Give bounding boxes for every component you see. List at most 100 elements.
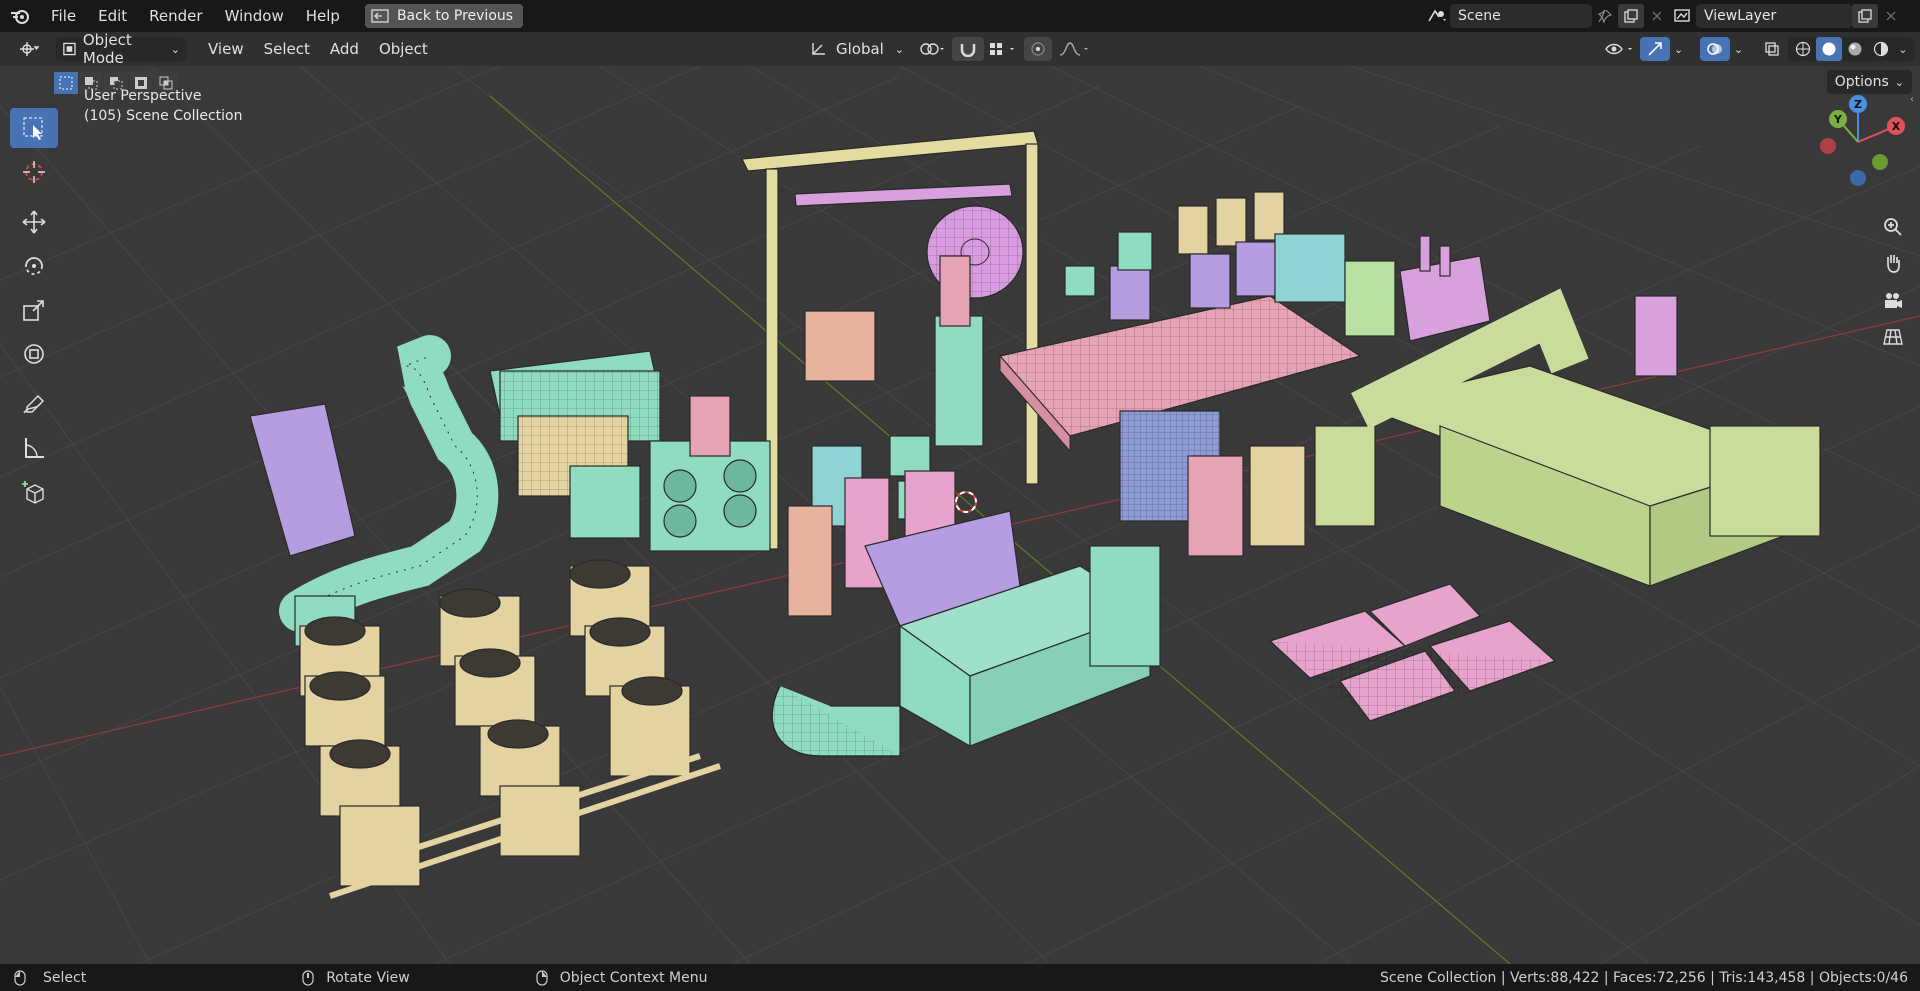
3d-viewport[interactable]: Options ⌄ User Perspective (105) Scene C… — [0, 66, 1920, 964]
options-dropdown[interactable]: Options ⌄ — [1826, 70, 1912, 94]
navigation-gizmo[interactable]: Z X Y — [1808, 92, 1912, 196]
zoom-icon[interactable] — [1878, 212, 1908, 242]
scale-tool-icon[interactable] — [10, 290, 58, 330]
blender-logo-icon[interactable] — [0, 0, 40, 32]
new-view-layer-icon[interactable] — [1852, 4, 1878, 28]
select-box-tool-icon[interactable] — [10, 108, 58, 148]
transform-tool-icon[interactable] — [10, 334, 58, 374]
menu-edit[interactable]: Edit — [87, 0, 138, 32]
orientation-icon — [812, 43, 825, 55]
cooling-towers — [299, 559, 721, 899]
back-icon — [371, 9, 389, 23]
annotate-tool-icon[interactable] — [10, 384, 58, 424]
view-layer-selector: ViewLayer — [1670, 4, 1904, 28]
status-rotate-label: Rotate View — [326, 969, 410, 986]
status-bar: Select Rotate View Object Context Menu S… — [0, 964, 1920, 991]
view-name-label: User Perspective — [84, 88, 202, 104]
back-to-previous-label: Back to Previous — [396, 8, 514, 24]
menu-object[interactable]: Object — [369, 40, 438, 58]
solar-panels — [1268, 583, 1557, 722]
scene-name-field[interactable]: Scene — [1450, 4, 1592, 28]
menu-help[interactable]: Help — [295, 0, 351, 32]
neg-y-axis-icon[interactable] — [1872, 154, 1888, 170]
collection-label: (105) Scene Collection — [84, 108, 243, 124]
proportional-edit-icon — [1031, 42, 1045, 56]
orientation-label: Global — [836, 40, 884, 58]
air-handler-right — [1351, 288, 1821, 587]
xray-icon — [1765, 42, 1779, 56]
neg-z-axis-icon[interactable] — [1850, 170, 1866, 186]
3d-cursor — [955, 491, 977, 513]
snap-target-button[interactable] — [982, 37, 1030, 61]
overlay-dropdown[interactable]: ⌄ — [1728, 37, 1749, 61]
options-label: Options — [1834, 74, 1889, 90]
pivot-icon — [920, 43, 944, 55]
falloff-button[interactable] — [1052, 37, 1098, 61]
snap-grid-icon — [990, 43, 1014, 55]
delete-scene-icon[interactable] — [1644, 4, 1670, 28]
select-new-icon[interactable] — [54, 72, 78, 94]
solid-shading-icon[interactable] — [1816, 37, 1842, 61]
pan-hand-icon[interactable] — [1878, 248, 1908, 278]
chevron-down-icon: ⌄ — [894, 42, 904, 56]
x-axis-label: X — [1892, 120, 1901, 133]
mode-label: Object Mode — [82, 31, 132, 67]
back-to-previous-button[interactable]: Back to Previous — [364, 4, 524, 28]
pin-icon[interactable] — [1592, 4, 1618, 28]
shading-mode-group: ⌄ — [1788, 37, 1914, 61]
menu-file[interactable]: File — [40, 0, 87, 32]
pivot-point-button[interactable] — [912, 37, 954, 61]
cursor-tool-icon[interactable] — [10, 152, 58, 192]
eye-icon — [1605, 43, 1632, 55]
rotate-tool-icon[interactable] — [10, 246, 58, 286]
chevron-down-icon: ⌄ — [1898, 42, 1908, 56]
mouse-left-icon — [14, 969, 26, 986]
chevron-down-icon: ⌄ — [1894, 75, 1904, 89]
camera-icon[interactable] — [1878, 286, 1908, 316]
tool-shelf — [10, 108, 62, 516]
neg-x-axis-icon[interactable] — [1820, 138, 1836, 154]
rendered-shading-icon[interactable] — [1868, 37, 1894, 61]
xray-toggle[interactable] — [1758, 37, 1786, 61]
menu-render[interactable]: Render — [138, 0, 213, 32]
snap-toggle[interactable] — [952, 37, 984, 61]
menu-add[interactable]: Add — [320, 40, 369, 58]
measure-tool-icon[interactable] — [10, 428, 58, 468]
mouse-right-icon — [536, 969, 548, 986]
shading-dropdown[interactable]: ⌄ — [1894, 37, 1912, 61]
status-select-label: Select — [43, 969, 87, 986]
transform-orientation-selector[interactable]: Global ⌄ — [804, 37, 910, 61]
scene-icon[interactable] — [1424, 4, 1450, 28]
gizmo-icon — [1648, 42, 1662, 56]
scene-canvas[interactable] — [0, 66, 1920, 964]
top-menu-bar: File Edit Render Window Help Back to Pre… — [0, 0, 1920, 32]
scene-selector: Scene — [1424, 4, 1670, 28]
z-axis-label: Z — [1854, 98, 1862, 111]
mouse-middle-icon — [302, 969, 314, 986]
material-shading-icon[interactable] — [1842, 37, 1868, 61]
new-scene-icon[interactable] — [1618, 4, 1644, 28]
chevron-down-icon: ⌄ — [1734, 42, 1744, 56]
view-layer-icon[interactable] — [1670, 4, 1696, 28]
move-tool-icon[interactable] — [10, 202, 58, 242]
overlay-toggle[interactable] — [1700, 37, 1730, 61]
view-layer-field[interactable]: ViewLayer — [1696, 4, 1852, 28]
proportional-editing-toggle[interactable] — [1024, 37, 1052, 61]
menu-view[interactable]: View — [198, 40, 254, 58]
overlay-icon — [1707, 43, 1722, 55]
gizmo-toggle[interactable] — [1640, 37, 1670, 61]
menu-window[interactable]: Window — [214, 0, 295, 32]
editor-type-button[interactable] — [12, 37, 46, 61]
sidebar-expand-icon[interactable]: ‹ — [1910, 94, 1920, 106]
mode-selector[interactable]: Object Mode ⌄ — [56, 31, 186, 67]
visibility-button[interactable] — [1598, 37, 1646, 61]
menu-select[interactable]: Select — [254, 40, 320, 58]
wireframe-shading-icon[interactable] — [1790, 37, 1816, 61]
delete-view-layer-icon[interactable] — [1878, 4, 1904, 28]
grid-perspective-icon[interactable] — [1878, 322, 1908, 352]
scene-statistics: Scene Collection | Verts:88,422 | Faces:… — [1380, 969, 1908, 986]
add-cube-tool-icon[interactable] — [10, 472, 58, 512]
status-context-label: Object Context Menu — [559, 969, 708, 986]
magnet-icon — [960, 44, 976, 57]
gizmo-dropdown[interactable]: ⌄ — [1668, 37, 1689, 61]
